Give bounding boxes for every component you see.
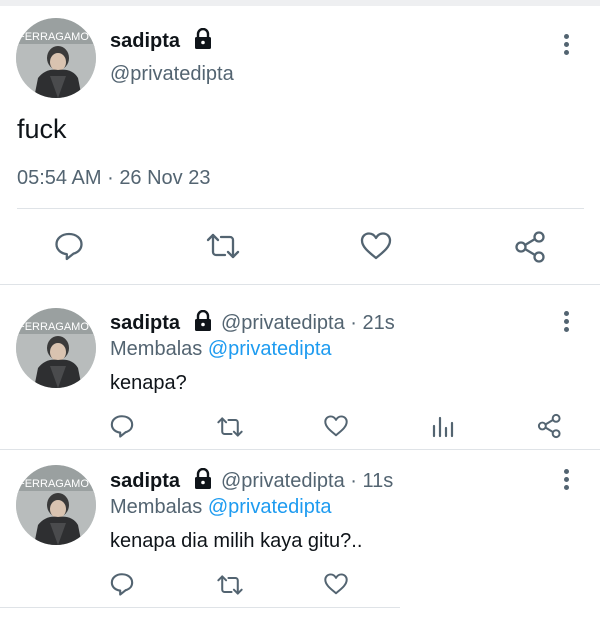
replying-label: Membalas [110, 338, 203, 360]
more-vertical-icon[interactable] [561, 310, 573, 334]
username-timestamp[interactable]: @privatedipta · 11s [221, 470, 393, 493]
avatar-logo-text: FERRAGAMO [18, 321, 89, 333]
more-vertical-icon[interactable] [561, 468, 573, 492]
avatar-photo: FERRAGAMO [16, 308, 96, 388]
display-name[interactable]: sadipta [110, 470, 180, 493]
replying-label: Membalas [110, 496, 203, 518]
replying-to: Membalas @privatedipta [110, 338, 332, 361]
avatar-logo-text: FERRAGAMO [18, 31, 89, 43]
analytics-icon[interactable] [430, 414, 456, 440]
heart-icon[interactable] [323, 413, 349, 439]
avatar[interactable]: FERRAGAMO [16, 18, 96, 98]
reply-icon[interactable] [109, 413, 135, 439]
mention-link[interactable]: @privatedipta [208, 496, 332, 518]
share-icon[interactable] [514, 230, 548, 264]
mention-link[interactable]: @privatedipta [208, 338, 332, 360]
username[interactable]: @privatedipta [110, 63, 234, 86]
divider [0, 284, 600, 285]
avatar-logo-text: FERRAGAMO [18, 478, 89, 490]
heart-icon[interactable] [359, 230, 393, 262]
replying-to: Membalas @privatedipta [110, 496, 332, 519]
share-icon[interactable] [537, 413, 563, 439]
top-separator [0, 0, 600, 6]
divider [0, 449, 600, 450]
more-vertical-icon[interactable] [561, 33, 573, 57]
divider [0, 607, 400, 608]
tweet-text: kenapa dia milih kaya gitu?.. [110, 530, 363, 552]
lock-icon [195, 310, 211, 331]
tweet-text: kenapa? [110, 372, 187, 394]
heart-icon[interactable] [323, 571, 349, 597]
tweet-date: 26 Nov 23 [119, 167, 211, 189]
avatar[interactable]: FERRAGAMO [16, 308, 96, 388]
reply-icon[interactable] [109, 571, 135, 597]
lock-icon [195, 28, 211, 49]
display-name[interactable]: sadipta [110, 312, 180, 335]
retweet-icon[interactable] [216, 414, 244, 440]
retweet-icon[interactable] [205, 230, 241, 262]
tweet-time: 05:54 AM [17, 167, 102, 189]
lock-icon [195, 468, 211, 489]
tweet-timestamp[interactable]: 05:54 AM · 26 Nov 23 [17, 167, 210, 190]
avatar[interactable]: FERRAGAMO [16, 465, 96, 545]
tweet-text: fuck [17, 114, 67, 144]
avatar-photo: FERRAGAMO [16, 18, 96, 98]
reply-icon[interactable] [53, 230, 85, 262]
avatar-photo: FERRAGAMO [16, 465, 96, 545]
retweet-icon[interactable] [216, 572, 244, 598]
divider [17, 208, 584, 209]
meta-separator: · [107, 167, 114, 189]
username-timestamp[interactable]: @privatedipta · 21s [221, 312, 395, 335]
display-name[interactable]: sadipta [110, 30, 180, 53]
